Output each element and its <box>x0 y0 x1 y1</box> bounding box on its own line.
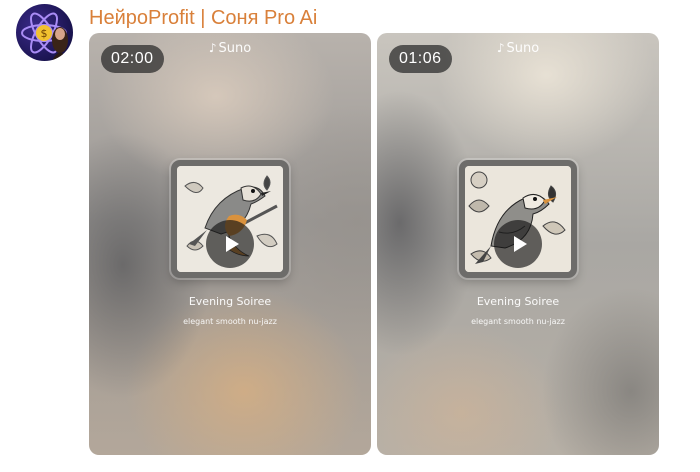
channel-name[interactable]: НейроProfit | Соня Pro Ai <box>89 7 317 30</box>
channel-avatar[interactable]: $ <box>16 4 73 61</box>
play-icon <box>225 236 239 252</box>
music-note-icon: ♪ <box>496 41 505 55</box>
suno-brand: Suno <box>218 41 252 56</box>
music-note-icon: ♪ <box>208 41 217 55</box>
suno-watermark: ♪ Suno <box>89 41 371 56</box>
suno-watermark: ♪ Suno <box>377 41 659 56</box>
song-style: elegant smooth nu-jazz <box>183 317 277 326</box>
video-message[interactable]: 02:00 ♪ Suno Evening Soiree elegant smoo… <box>89 33 371 455</box>
song-title: Evening Soiree <box>188 295 272 308</box>
song-title: Evening Soiree <box>476 295 560 308</box>
suno-brand: Suno <box>506 41 540 56</box>
svg-text:$: $ <box>41 27 48 40</box>
play-button[interactable] <box>206 220 254 268</box>
song-style: elegant smooth nu-jazz <box>471 317 565 326</box>
play-button[interactable] <box>494 220 542 268</box>
video-message[interactable]: 01:06 ♪ Suno Evening Soiree elegant smoo… <box>377 33 659 455</box>
atom-icon: $ <box>21 12 68 61</box>
play-icon <box>513 236 527 252</box>
